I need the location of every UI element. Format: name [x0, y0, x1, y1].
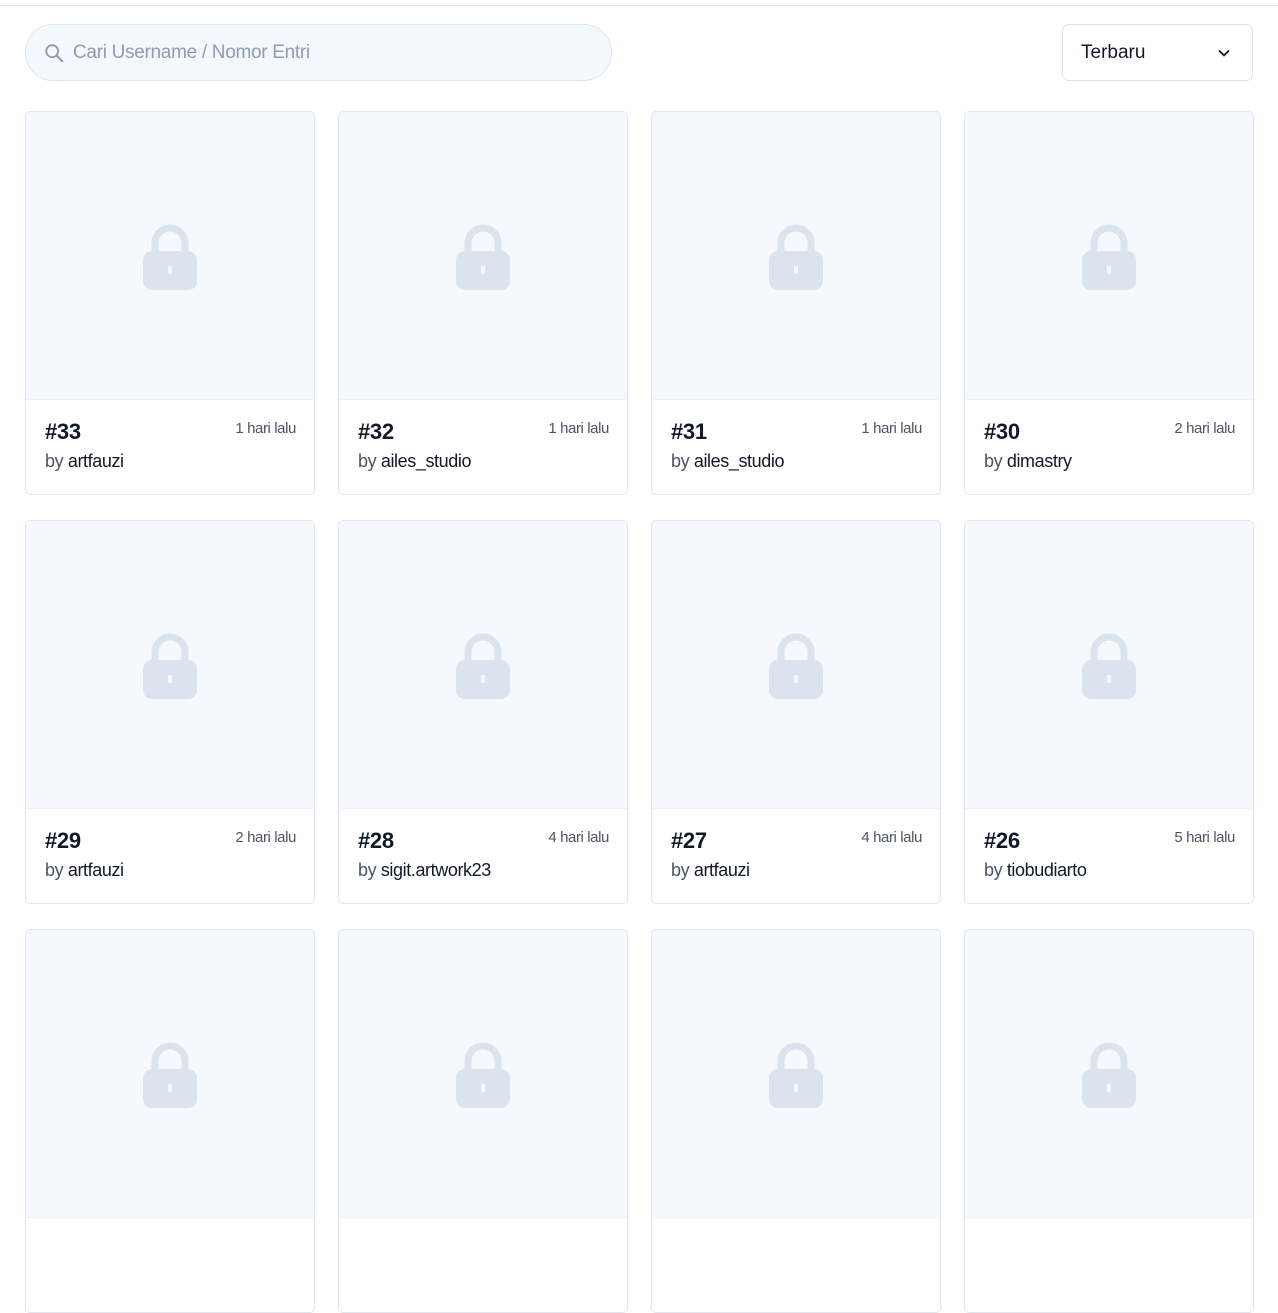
entry-info: #28 4 hari lalu by sigit.artwork23 [339, 809, 627, 903]
entry-info [339, 1218, 627, 1312]
search-icon [45, 43, 64, 62]
by-label: by [671, 860, 690, 880]
by-label: by [358, 860, 377, 880]
entry-time: 1 hari lalu [235, 420, 296, 437]
header-divider [0, 0, 1278, 6]
entry-thumbnail-locked [652, 930, 940, 1218]
entry-info: #26 5 hari lalu by tiobudiarto [965, 809, 1253, 903]
entry-thumbnail-locked [965, 930, 1253, 1218]
entry-thumbnail-locked [339, 521, 627, 809]
entry-grid: #33 1 hari lalu by artfauzi #32 1 hari l… [25, 111, 1254, 1313]
entry-author: by dimastry [984, 451, 1234, 472]
lock-icon [143, 1042, 197, 1108]
entry-thumbnail-locked [26, 930, 314, 1218]
entry-time: 4 hari lalu [548, 829, 609, 846]
entry-card[interactable] [338, 929, 628, 1313]
entry-thumbnail-locked [965, 112, 1253, 400]
entry-author: by artfauzi [45, 451, 295, 472]
by-label: by [45, 451, 64, 471]
by-label: by [45, 860, 64, 880]
lock-icon [143, 633, 197, 699]
by-label: by [671, 451, 690, 471]
lock-icon [1082, 224, 1136, 290]
entry-info: #32 1 hari lalu by ailes_studio [339, 400, 627, 494]
lock-icon [1082, 633, 1136, 699]
lock-icon [143, 224, 197, 290]
entry-card[interactable]: #28 4 hari lalu by sigit.artwork23 [338, 520, 628, 904]
entry-info: #33 1 hari lalu by artfauzi [26, 400, 314, 494]
entry-info: #27 4 hari lalu by artfauzi [652, 809, 940, 903]
entry-username[interactable]: artfauzi [694, 860, 750, 880]
entry-info: #30 2 hari lalu by dimastry [965, 400, 1253, 494]
lock-icon [456, 633, 510, 699]
entry-thumbnail-locked [26, 112, 314, 400]
entry-username[interactable]: artfauzi [68, 860, 124, 880]
entry-time: 4 hari lalu [861, 829, 922, 846]
entry-username[interactable]: tiobudiarto [1007, 860, 1087, 880]
entry-author: by tiobudiarto [984, 860, 1234, 881]
toolbar: Terbaru [25, 24, 1253, 81]
lock-icon [769, 633, 823, 699]
chevron-down-icon [1218, 49, 1230, 56]
entry-username[interactable]: dimastry [1007, 451, 1072, 471]
entry-time: 2 hari lalu [1174, 420, 1235, 437]
entry-username[interactable]: ailes_studio [694, 451, 785, 471]
entry-thumbnail-locked [965, 521, 1253, 809]
by-label: by [984, 451, 1003, 471]
entry-author: by artfauzi [671, 860, 921, 881]
entry-author: by sigit.artwork23 [358, 860, 608, 881]
entry-author: by ailes_studio [671, 451, 921, 472]
entry-card[interactable]: #27 4 hari lalu by artfauzi [651, 520, 941, 904]
entry-username[interactable]: sigit.artwork23 [381, 860, 491, 880]
entry-info [652, 1218, 940, 1312]
entry-thumbnail-locked [652, 112, 940, 400]
entry-thumbnail-locked [26, 521, 314, 809]
search-bar[interactable] [25, 24, 612, 81]
entry-time: 1 hari lalu [548, 420, 609, 437]
entry-username[interactable]: ailes_studio [381, 451, 472, 471]
entry-time: 2 hari lalu [235, 829, 296, 846]
entry-info: #29 2 hari lalu by artfauzi [26, 809, 314, 903]
by-label: by [358, 451, 377, 471]
entry-card[interactable]: #26 5 hari lalu by tiobudiarto [964, 520, 1254, 904]
entry-info: #31 1 hari lalu by ailes_studio [652, 400, 940, 494]
entry-card[interactable]: #30 2 hari lalu by dimastry [964, 111, 1254, 495]
sort-dropdown[interactable]: Terbaru [1062, 24, 1253, 81]
lock-icon [456, 224, 510, 290]
lock-icon [769, 224, 823, 290]
by-label: by [984, 860, 1003, 880]
entry-card[interactable] [651, 929, 941, 1313]
lock-icon [1082, 1042, 1136, 1108]
lock-icon [456, 1042, 510, 1108]
entry-card[interactable] [964, 929, 1254, 1313]
entry-thumbnail-locked [652, 521, 940, 809]
sort-selected-label: Terbaru [1081, 41, 1146, 63]
entry-time: 5 hari lalu [1174, 829, 1235, 846]
entry-time: 1 hari lalu [861, 420, 922, 437]
entry-card[interactable]: #32 1 hari lalu by ailes_studio [338, 111, 628, 495]
entry-author: by ailes_studio [358, 451, 608, 472]
entry-info [26, 1218, 314, 1312]
entry-thumbnail-locked [339, 112, 627, 400]
entry-author: by artfauzi [45, 860, 295, 881]
search-input[interactable] [73, 41, 553, 64]
lock-icon [769, 1042, 823, 1108]
entry-thumbnail-locked [339, 930, 627, 1218]
entry-card[interactable]: #33 1 hari lalu by artfauzi [25, 111, 315, 495]
entry-info [965, 1218, 1253, 1312]
entry-card[interactable]: #29 2 hari lalu by artfauzi [25, 520, 315, 904]
entry-card[interactable] [25, 929, 315, 1313]
entry-username[interactable]: artfauzi [68, 451, 124, 471]
entry-card[interactable]: #31 1 hari lalu by ailes_studio [651, 111, 941, 495]
